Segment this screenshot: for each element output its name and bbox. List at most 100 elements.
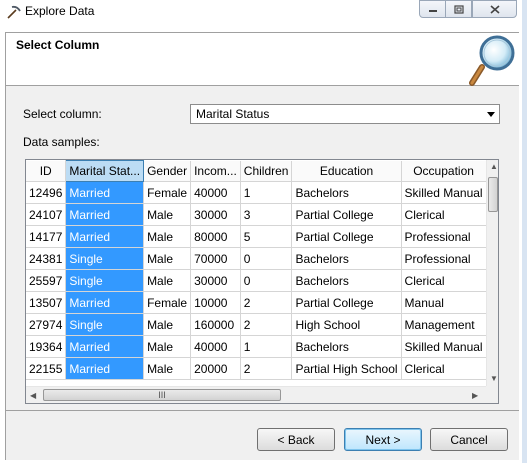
- table-row[interactable]: 27974 Single Male 160000 2 High School Managem…: [26, 313, 486, 336]
- table-cell: 5: [240, 225, 293, 248]
- column-header[interactable]: Education: [291, 160, 402, 182]
- table-cell: 14177: [26, 225, 67, 248]
- table-row[interactable]: 24107 Married Male 30000 3 Partial College Cle…: [26, 203, 486, 226]
- table-row[interactable]: 24381 Single Male 70000 0 Bachelors Profession…: [26, 247, 486, 270]
- horizontal-scrollbar[interactable]: ◀ III ▶: [26, 386, 486, 403]
- table-cell: 1: [240, 335, 293, 358]
- table-cell: 22155: [26, 357, 67, 380]
- horizontal-scroll-thumb[interactable]: III: [43, 389, 281, 401]
- table-row[interactable]: 19364 Married Male 40000 1 Bachelors Skilled M…: [26, 335, 486, 358]
- scrollbar-corner: [486, 386, 498, 403]
- table-cell: Skilled Manual: [401, 181, 486, 204]
- table-cell: 12496: [26, 181, 67, 204]
- table-row[interactable]: 12496 Married Female 40000 1 Bachelors Skilled…: [26, 181, 486, 204]
- table-cell: Partial High School: [291, 357, 402, 380]
- table-cell: Married: [65, 357, 145, 380]
- table-body: 12496 Married Female 40000 1 Bachelors Skilled…: [26, 181, 486, 380]
- table-cell: 40000: [190, 335, 241, 358]
- table-cell: High School: [291, 313, 402, 336]
- table-cell: Partial College: [291, 291, 402, 314]
- table-cell: 25597: [26, 269, 67, 292]
- table-header-row: ID Marital Stat... Gender Incom... Children E…: [26, 160, 486, 182]
- table-cell: Partial College: [291, 225, 402, 248]
- table-cell: 2: [240, 291, 293, 314]
- grid-viewport: ID Marital Stat... Gender Incom... Children E…: [26, 160, 486, 386]
- close-icon: [489, 4, 500, 14]
- cancel-button[interactable]: Cancel: [430, 428, 508, 451]
- table-cell: Professional: [401, 225, 486, 248]
- table-row[interactable]: 25597SingleMale300000BachelorsClericalNo: [26, 269, 486, 292]
- table-cell: Manual: [401, 291, 486, 314]
- back-button[interactable]: < Back: [257, 428, 335, 451]
- table-cell: 24107: [26, 203, 67, 226]
- table-cell: Married: [65, 203, 145, 226]
- table-cell: Skilled Manual: [401, 335, 486, 358]
- minimize-icon: [428, 10, 437, 12]
- table-cell: 27974: [26, 313, 67, 336]
- table-cell: Married: [65, 335, 145, 358]
- close-button[interactable]: [472, 0, 517, 18]
- minimize-button[interactable]: [419, 0, 446, 18]
- table-row[interactable]: 14177 Married Male 80000 5 Partial College Pro…: [26, 225, 486, 248]
- explore-data-window: Explore Data Select Column Select column…: [0, 0, 527, 463]
- table-cell: Single: [65, 313, 145, 336]
- table-row[interactable]: 22155 Married Male 20000 2 Partial High Schoo…: [26, 357, 486, 380]
- table-cell: Professional: [401, 247, 486, 270]
- dialog-body: Select column: Marital Status Data sampl…: [5, 86, 519, 410]
- table-cell: Male: [143, 269, 192, 292]
- column-header[interactable]: Children: [240, 160, 293, 182]
- chevron-down-icon[interactable]: [483, 111, 499, 117]
- table-cell: 19364: [26, 335, 67, 358]
- data-samples-grid[interactable]: ID Marital Stat... Gender Incom... Children E…: [25, 159, 499, 404]
- column-header[interactable]: ID: [26, 160, 67, 182]
- table-cell: Married: [65, 181, 145, 204]
- table-cell: 24381: [26, 247, 67, 270]
- table-cell: Male: [143, 225, 192, 248]
- next-button[interactable]: Next >: [344, 428, 422, 451]
- table-cell: Male: [143, 335, 192, 358]
- table-cell: Married: [65, 225, 145, 248]
- table-cell: Bachelors: [291, 181, 402, 204]
- scroll-right-icon[interactable]: ▶: [472, 391, 478, 400]
- table-cell: Male: [143, 203, 192, 226]
- table-cell: Male: [143, 357, 192, 380]
- table-cell: 30000: [190, 203, 241, 226]
- column-header[interactable]: Gender: [143, 160, 192, 182]
- column-header[interactable]: Marital Stat...: [65, 160, 145, 182]
- table-cell: Bachelors: [291, 269, 402, 292]
- table-cell: Female: [143, 291, 192, 314]
- table-cell: Single: [65, 269, 145, 292]
- table-cell: Single: [65, 247, 145, 270]
- table-cell: 3: [240, 203, 293, 226]
- table-cell: 2: [240, 357, 293, 380]
- table-cell: Male: [143, 247, 192, 270]
- maximize-icon: [453, 4, 464, 14]
- column-select[interactable]: Marital Status: [190, 104, 500, 124]
- scroll-left-icon[interactable]: ◀: [30, 391, 36, 400]
- scroll-down-icon[interactable]: ▼: [490, 374, 498, 383]
- table-cell: Management: [401, 313, 486, 336]
- table-cell: 80000: [190, 225, 241, 248]
- pickaxe-icon: [7, 5, 21, 19]
- table-cell: Clerical: [401, 203, 486, 226]
- column-header[interactable]: Incom...: [190, 160, 241, 182]
- column-header[interactable]: Occupation: [401, 160, 486, 182]
- vertical-scrollbar[interactable]: ▲ ▼: [486, 160, 498, 386]
- magnifier-icon: [469, 35, 515, 86]
- dialog-footer: < Back Next > Cancel: [5, 410, 519, 460]
- vertical-scroll-thumb[interactable]: [488, 177, 498, 212]
- data-table: ID Marital Stat... Gender Incom... Children E…: [26, 160, 486, 380]
- table-cell: Bachelors: [291, 335, 402, 358]
- maximize-button[interactable]: [445, 0, 472, 18]
- title-bar: Explore Data: [0, 0, 522, 24]
- table-row[interactable]: 13507 Married Female 10000 2 Partial College M…: [26, 291, 486, 314]
- wizard-header: Select Column: [5, 32, 519, 86]
- window-title: Explore Data: [25, 4, 95, 18]
- table-cell: 10000: [190, 291, 241, 314]
- table-cell: 0: [240, 247, 293, 270]
- table-cell: Partial College: [291, 203, 402, 226]
- select-column-label: Select column:: [23, 107, 102, 121]
- scroll-up-icon[interactable]: ▲: [490, 162, 498, 171]
- scroll-grip: III: [158, 390, 166, 400]
- table-cell: 13507: [26, 291, 67, 314]
